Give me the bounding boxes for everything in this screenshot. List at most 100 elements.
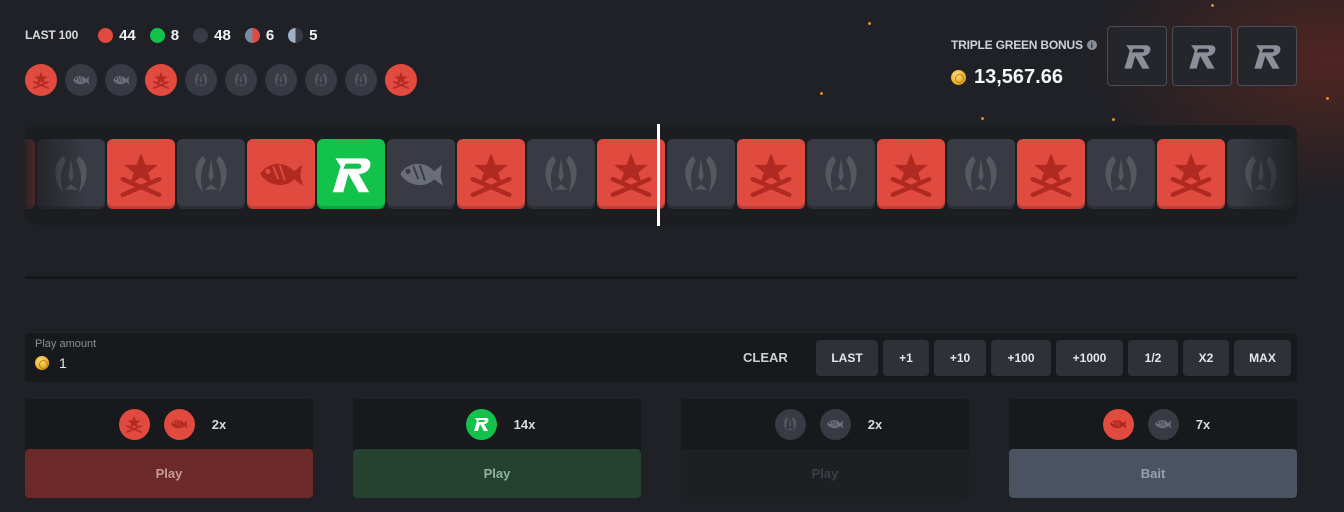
dark-dot-icon bbox=[193, 27, 209, 43]
stat-red: 44 bbox=[98, 27, 136, 44]
history-item-t-emblem-icon bbox=[185, 64, 217, 96]
ct-emblem-icon bbox=[118, 408, 150, 440]
play-amount-label: Play amount bbox=[35, 338, 97, 350]
stat-red-count: 44 bbox=[119, 26, 136, 44]
roller-tile-t-emblem-icon bbox=[527, 139, 595, 209]
amount-button-max[interactable]: MAX bbox=[1234, 340, 1291, 376]
roller-fade-right bbox=[1237, 125, 1297, 225]
bonus-slot-r-logo-icon bbox=[1107, 26, 1167, 86]
play-button[interactable]: Play bbox=[681, 449, 969, 498]
green-dot-icon bbox=[149, 27, 165, 43]
amount-button-plus1000[interactable]: +1000 bbox=[1056, 340, 1123, 376]
roller-tile-ct-emblem-icon bbox=[1017, 139, 1085, 209]
stat-dark-count: 48 bbox=[214, 26, 231, 44]
amount-button-plus1[interactable]: +1 bbox=[883, 340, 929, 376]
play-amount-input[interactable] bbox=[59, 355, 159, 371]
amount-button-plus100[interactable]: +100 bbox=[991, 340, 1051, 376]
stat-half-dark-count: 5 bbox=[309, 26, 318, 44]
amount-button-plus10[interactable]: +10 bbox=[934, 340, 986, 376]
coin-icon bbox=[951, 70, 966, 85]
spark bbox=[981, 117, 984, 120]
multiplier: 2x bbox=[211, 416, 227, 432]
roller-tile-fish-bait-icon bbox=[247, 139, 315, 209]
stat-green-count: 8 bbox=[170, 26, 180, 44]
play-button[interactable]: Play bbox=[353, 449, 641, 498]
bet-panel-header: 2x bbox=[25, 399, 313, 449]
stat-half-dark: 5 bbox=[288, 26, 318, 44]
half-red-dot-icon bbox=[244, 27, 260, 43]
t-emblem-icon bbox=[774, 408, 806, 440]
amount-buttons: LAST +1 +10 +100 +1000 1/2 X2 MAX bbox=[816, 340, 1296, 376]
roller-tile-ct-emblem-icon bbox=[1157, 139, 1225, 209]
amount-button-x2[interactable]: X2 bbox=[1183, 340, 1229, 376]
history-item-ct-emblem-icon bbox=[385, 64, 417, 96]
roller-tile-ct-emblem-icon bbox=[457, 139, 525, 209]
stat-dark: 48 bbox=[193, 27, 231, 44]
roller-fade-left bbox=[25, 125, 85, 225]
bait-button[interactable]: Bait bbox=[1009, 449, 1297, 498]
bet-panel-header: 14x bbox=[353, 399, 641, 449]
clear-button[interactable]: CLEAR bbox=[743, 333, 788, 382]
roller-tile-ct-emblem-icon bbox=[597, 139, 665, 209]
bet-panel-header: 7x bbox=[1009, 399, 1297, 449]
info-icon[interactable]: i bbox=[1086, 40, 1097, 50]
bet-panel-3: 2x Play bbox=[681, 399, 969, 498]
last-100-stats: LAST 100 44 8 48 6 5 bbox=[25, 26, 332, 44]
history-row bbox=[25, 64, 425, 96]
spark bbox=[1326, 97, 1329, 100]
roulette-roller bbox=[25, 125, 1297, 225]
history-item-fish-bait-icon bbox=[65, 64, 97, 96]
amount-button-last[interactable]: LAST bbox=[816, 340, 878, 376]
fish-bait-icon bbox=[163, 408, 195, 440]
fish-bait-icon bbox=[819, 408, 851, 440]
bet-panel-4: 7x Bait bbox=[1009, 399, 1297, 498]
multiplier: 14x bbox=[513, 416, 536, 432]
history-item-ct-emblem-icon bbox=[145, 64, 177, 96]
play-amount-bar: Play amount CLEAR LAST+1+10+100+10001/2X… bbox=[25, 333, 1297, 382]
fish-bait-icon bbox=[1102, 408, 1134, 440]
bonus-amount: 13,567.66 bbox=[974, 66, 1063, 88]
fish-bait-icon bbox=[1147, 408, 1179, 440]
roller-tile-ct-emblem-icon bbox=[107, 139, 175, 209]
red-dot-icon bbox=[98, 27, 114, 43]
history-item-fish-bait-icon bbox=[105, 64, 137, 96]
half-dark-dot-icon bbox=[288, 27, 304, 43]
r-logo-icon bbox=[465, 408, 497, 440]
triple-green-bonus: TRIPLE GREEN BONUS i 13,567.66 bbox=[951, 38, 1097, 89]
roller-tile-t-emblem-icon bbox=[177, 139, 245, 209]
multiplier: 7x bbox=[1195, 416, 1211, 432]
play-button[interactable]: Play bbox=[25, 449, 313, 498]
history-item-t-emblem-icon bbox=[305, 64, 337, 96]
amount-button-1-2[interactable]: 1/2 bbox=[1128, 340, 1178, 376]
bonus-slots bbox=[1107, 26, 1302, 86]
roller-tile-t-emblem-icon bbox=[667, 139, 735, 209]
history-item-t-emblem-icon bbox=[265, 64, 297, 96]
history-item-ct-emblem-icon bbox=[25, 64, 57, 96]
roller-tile-t-emblem-icon bbox=[1087, 139, 1155, 209]
bet-panel-2: 14x Play bbox=[353, 399, 641, 498]
spark bbox=[868, 22, 871, 25]
multiplier: 2x bbox=[867, 416, 883, 432]
history-item-t-emblem-icon bbox=[225, 64, 257, 96]
roller-tile-t-emblem-icon bbox=[807, 139, 875, 209]
bonus-title: TRIPLE GREEN BONUS bbox=[951, 38, 1083, 52]
stat-half-red: 6 bbox=[244, 26, 275, 44]
bonus-slot-r-logo-icon bbox=[1172, 26, 1232, 86]
bonus-slot-r-logo-icon bbox=[1237, 26, 1297, 86]
bet-panel-header: 2x bbox=[681, 399, 969, 449]
divider bbox=[25, 276, 1297, 279]
bet-panel-1: 2x Play bbox=[25, 399, 313, 498]
spark bbox=[1112, 118, 1115, 121]
roller-tile-r-logo-icon bbox=[317, 139, 385, 209]
stat-half-red-count: 6 bbox=[265, 26, 275, 44]
last-100-label: LAST 100 bbox=[25, 28, 79, 42]
roller-tile-ct-emblem-icon bbox=[737, 139, 805, 209]
roller-tile-t-emblem-icon bbox=[947, 139, 1015, 209]
stat-green: 8 bbox=[149, 26, 180, 44]
roller-tile-ct-emblem-icon bbox=[877, 139, 945, 209]
coin-icon bbox=[35, 356, 49, 370]
spark bbox=[820, 92, 823, 95]
history-item-t-emblem-icon bbox=[345, 64, 377, 96]
roller-marker bbox=[657, 124, 660, 226]
roller-tile-fish-bait-icon bbox=[387, 139, 455, 209]
